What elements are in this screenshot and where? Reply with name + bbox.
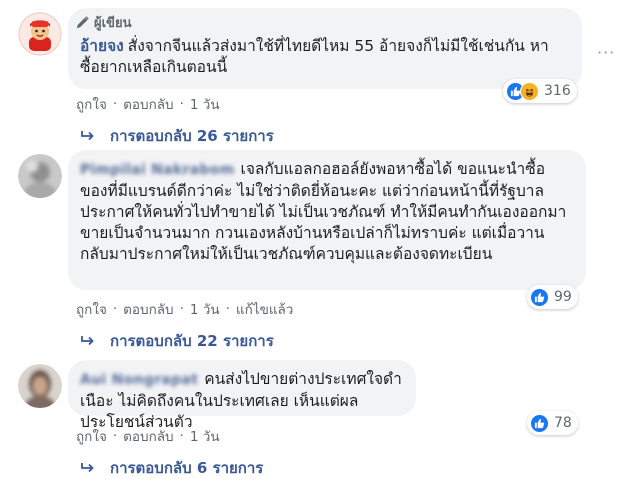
- timestamp[interactable]: 1 วัน: [190, 425, 220, 447]
- blurred-avatar-image: [18, 154, 62, 198]
- like-icon: [530, 413, 549, 433]
- comment-bubble: อ้ายจง สั่งจากจีนแล้วส่งมาใช้ที่ไทยดีไหม …: [68, 8, 582, 89]
- reply-link[interactable]: ตอบกลับ: [123, 93, 173, 115]
- author-badge: ผู้เขียน: [76, 12, 131, 33]
- avatar[interactable]: [18, 154, 62, 198]
- timestamp[interactable]: 1 วัน: [190, 93, 220, 115]
- replies-label: การตอบกลับ 6 รายการ: [110, 459, 264, 477]
- view-replies-link[interactable]: การตอบกลับ 6 รายการ: [80, 456, 263, 479]
- separator-dot: ·: [179, 428, 184, 444]
- reply-arrow-icon: [80, 130, 96, 142]
- separator-dot: ·: [112, 301, 118, 317]
- blurred-avatar-image: [18, 364, 62, 408]
- reply-link[interactable]: ตอบกลับ: [123, 298, 173, 320]
- separator-dot: ·: [179, 96, 184, 112]
- reaction-count: 78: [554, 415, 572, 431]
- view-replies-link[interactable]: การตอบกลับ 22 รายการ: [80, 329, 274, 353]
- separator-dot: ·: [112, 96, 118, 112]
- reaction-summary[interactable]: 316: [503, 79, 577, 103]
- separator-dot: ·: [112, 428, 118, 444]
- comment-text: สั่งจากจีนแล้วส่งมาใช้ที่ไทยดีไหม 55 อ้า…: [80, 37, 549, 76]
- view-replies-link[interactable]: การตอบกลับ 26 รายการ: [80, 124, 274, 148]
- haha-icon: [520, 81, 539, 101]
- timestamp[interactable]: 1 วัน: [190, 298, 220, 320]
- replies-label: การตอบกลับ 26 รายการ: [110, 127, 274, 145]
- like-link[interactable]: ถูกใจ: [76, 298, 107, 320]
- reaction-summary[interactable]: 78: [527, 411, 578, 435]
- comment-bubble: Pimpilai Nakrabom เจลกับแอลกอฮอล์ยังพอหาซ…: [68, 150, 586, 290]
- edited-label[interactable]: แก้ไขแล้ว: [236, 298, 293, 320]
- like-link[interactable]: ถูกใจ: [76, 425, 107, 447]
- separator-dot: ·: [179, 301, 184, 317]
- reaction-count: 99: [554, 289, 572, 305]
- author-avatar-image: [18, 12, 62, 56]
- like-icon: [530, 287, 549, 307]
- author-badge-label: ผู้เขียน: [94, 16, 132, 31]
- replies-label: การตอบกลับ 22 รายการ: [110, 332, 274, 350]
- reply-link[interactable]: ตอบกลับ: [123, 425, 173, 447]
- comment-author[interactable]: อ้ายจง: [80, 37, 124, 55]
- reaction-count: 316: [544, 83, 571, 99]
- separator-dot: ·: [225, 301, 230, 317]
- avatar[interactable]: [18, 364, 62, 408]
- reply-arrow-icon: [80, 462, 96, 474]
- comment-author[interactable]: Pimpilai Nakrabom: [80, 160, 235, 181]
- comment-author[interactable]: Aui Nongrapat: [80, 370, 198, 391]
- comment-actions: ถูกใจ · ตอบกลับ · 1 วัน: [76, 425, 220, 447]
- pencil-icon: [77, 16, 89, 28]
- avatar[interactable]: [18, 12, 62, 56]
- reply-arrow-icon: [80, 335, 96, 347]
- more-options-icon[interactable]: ···: [597, 43, 615, 62]
- comment-bubble: Aui Nongrapat คนส่งไปขายต่างประเทศใจดำเนื…: [68, 360, 416, 431]
- comment-actions: ถูกใจ · ตอบกลับ · 1 วัน · แก้ไขแล้ว: [76, 298, 293, 320]
- like-link[interactable]: ถูกใจ: [76, 93, 107, 115]
- comment-actions: ถูกใจ · ตอบกลับ · 1 วัน: [76, 93, 220, 115]
- reaction-summary[interactable]: 99: [527, 285, 578, 309]
